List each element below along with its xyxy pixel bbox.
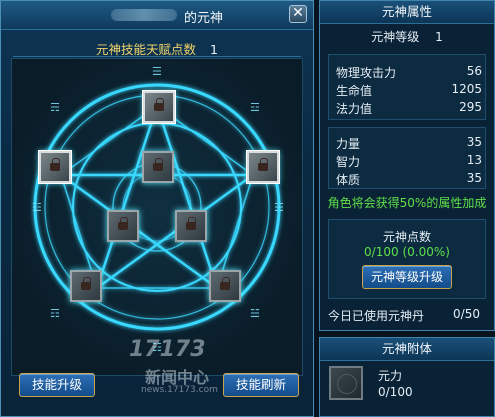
stat-row: 体质 35 [336, 171, 482, 187]
attributes-header: 元神属性 [320, 1, 494, 24]
skill-node-bottom-left[interactable] [70, 270, 102, 302]
skill-node-center[interactable] [142, 151, 174, 183]
spirit-points-label: 元神点数 [382, 230, 431, 244]
possession-name: 元力 [378, 369, 403, 383]
daily-pill-value: 0/50 [453, 307, 480, 321]
stat-label: 生命值 [336, 84, 373, 98]
lock-icon [81, 277, 91, 290]
talent-points-label: 元神技能天赋点数 [96, 42, 197, 57]
stat-value: 35 [466, 135, 482, 149]
spirit-window: 的元神 ✕ 元神技能天赋点数 1 ☰ ☷ ☴ ☲ ☳ ☵ ☶ ☱ 17173 新… [0, 0, 314, 417]
watermark-url: news.17173.com [141, 385, 218, 395]
skill-pentagram-board: ☰ ☷ ☴ ☲ ☳ ☵ ☶ ☱ [11, 58, 303, 376]
attributes-panel: 元神属性 元神等级 1 物理攻击力 56 生命值 1205 法力值 295 力量… [319, 0, 495, 331]
stat-value: 56 [466, 64, 482, 78]
spirit-level-value: 1 [435, 30, 443, 44]
lock-icon [220, 277, 230, 290]
lock-icon [153, 158, 163, 171]
bonus-note: 角色将会获得50%的属性加成 [327, 196, 487, 210]
stat-label: 智力 [336, 155, 361, 169]
skill-node-inner-right[interactable] [175, 210, 207, 242]
svg-text:☶: ☶ [50, 307, 60, 320]
stat-label: 法力值 [336, 102, 373, 116]
svg-text:☳: ☳ [32, 201, 42, 214]
skill-node-bottom-right[interactable] [209, 270, 241, 302]
skill-upgrade-button[interactable]: 技能升级 [19, 373, 95, 397]
possession-slot[interactable] [329, 366, 363, 400]
skill-refresh-button[interactable]: 技能刷新 [223, 373, 299, 397]
spirit-level-upgrade-button[interactable]: 元神等级升级 [362, 265, 452, 289]
possession-value: 0/100 [378, 385, 413, 399]
lock-icon [186, 217, 196, 230]
spirit-level-line: 元神等级 1 [320, 28, 494, 45]
stat-label: 体质 [336, 173, 361, 187]
divider [13, 56, 301, 57]
window-title: 的元神 [184, 11, 224, 26]
title-bar[interactable]: 的元神 ✕ [1, 1, 313, 30]
site-watermark: 17173 新闻中心 news.17173.com [125, 337, 221, 403]
spirit-points-value: 0/100 (0.00%) [364, 245, 450, 259]
skill-node-right[interactable] [247, 151, 279, 183]
svg-text:☲: ☲ [250, 101, 260, 114]
svg-text:☰: ☰ [152, 65, 162, 78]
stat-value: 1205 [451, 82, 482, 96]
daily-pill-usage: 今日已使用元神丹 0/50 [328, 305, 486, 325]
stat-row: 物理攻击力 56 [336, 64, 482, 80]
svg-text:☵: ☵ [274, 201, 284, 214]
stat-value: 295 [459, 100, 482, 114]
spirit-level-label: 元神等级 [371, 30, 420, 44]
talent-points-value: 1 [210, 42, 218, 57]
svg-text:☴: ☴ [50, 101, 60, 114]
stat-value: 13 [466, 153, 482, 167]
lock-icon [154, 98, 164, 111]
svg-text:☱: ☱ [250, 307, 260, 320]
skill-node-left[interactable] [39, 151, 71, 183]
watermark-logo: 17173 [129, 337, 206, 362]
stat-row: 智力 13 [336, 153, 482, 169]
skill-node-inner-left[interactable] [107, 210, 139, 242]
stat-row: 力量 35 [336, 135, 482, 151]
stat-value: 35 [466, 171, 482, 185]
stat-label: 力量 [336, 137, 361, 151]
possession-panel: 元神附体 元力 0/100 [319, 337, 495, 417]
close-icon[interactable]: ✕ [289, 5, 307, 23]
stat-row: 法力值 295 [336, 100, 482, 116]
stat-row: 生命值 1205 [336, 82, 482, 98]
lock-icon [258, 158, 268, 171]
character-name-redacted [111, 9, 177, 21]
lock-icon [50, 158, 60, 171]
lock-icon [118, 217, 128, 230]
stat-label: 物理攻击力 [336, 66, 397, 80]
daily-pill-label: 今日已使用元神丹 [328, 309, 425, 323]
possession-header: 元神附体 [320, 338, 494, 361]
skill-node-top[interactable] [143, 91, 175, 123]
